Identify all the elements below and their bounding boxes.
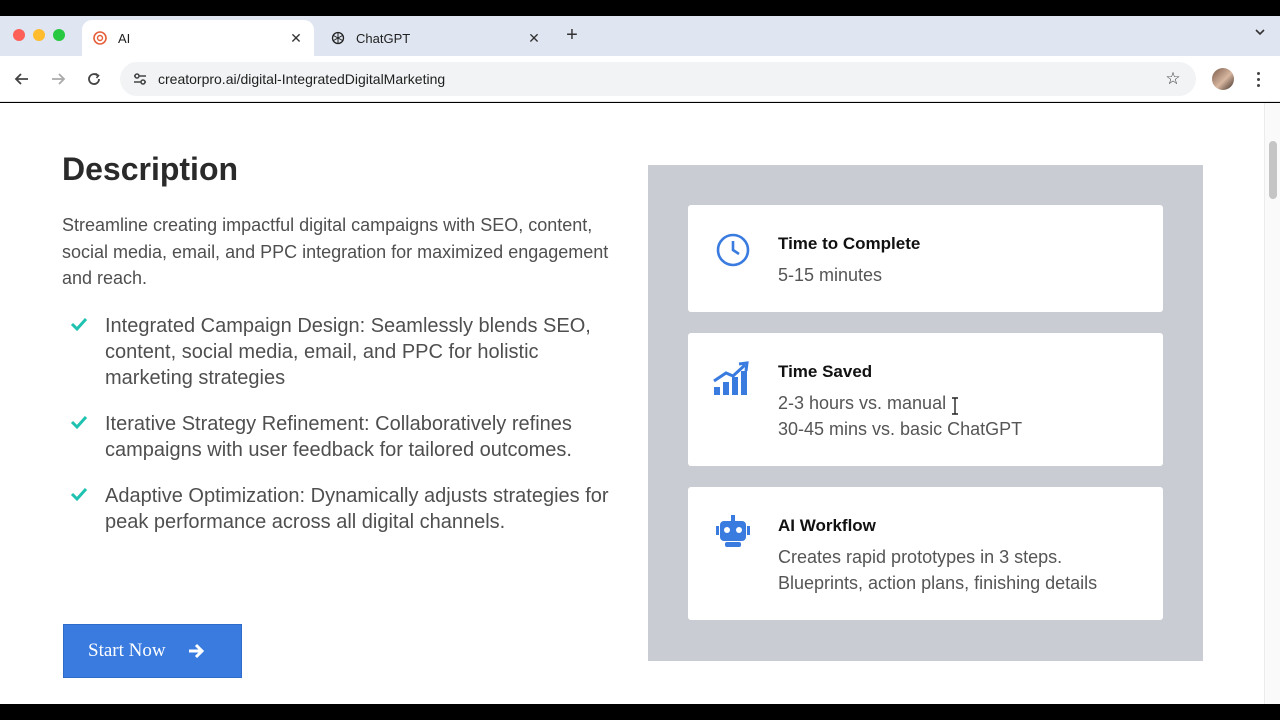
profile-avatar[interactable] [1212,68,1234,90]
url-text[interactable]: creatorpro.ai/digital-IntegratedDigitalM… [158,71,1162,87]
list-item: Integrated Campaign Design: Seamlessly b… [62,313,622,391]
screen-bottom-edge [0,704,1280,720]
browser-toolbar: creatorpro.ai/digital-IntegratedDigitalM… [0,56,1280,102]
address-bar[interactable]: creatorpro.ai/digital-IntegratedDigitalM… [120,62,1196,96]
new-tab-button[interactable]: + [562,25,582,45]
list-item: Iterative Strategy Refinement: Collabora… [62,411,622,463]
stat-value: 5-15 minutes [778,265,883,285]
tab-ai[interactable]: AI ✕ [82,20,314,56]
list-item: Adaptive Optimization: Dynamically adjus… [62,483,622,535]
back-arrow-icon[interactable] [10,67,34,91]
growth-chart-icon [713,361,749,395]
feature-text: Adaptive Optimization: Dynamically adjus… [105,485,609,533]
reload-icon[interactable] [82,67,106,91]
bookmark-star-icon[interactable]: ☆ [1162,68,1184,90]
stat-title: AI Workflow [778,516,876,535]
stat-value: Creates rapid prototypes in 3 steps. [778,547,1063,567]
checkmark-icon [70,415,88,430]
start-now-button[interactable]: Start Now [63,624,242,678]
tab-title: AI [118,30,131,46]
arrow-right-icon [188,643,204,659]
vertical-scrollbar[interactable] [1264,103,1280,704]
stats-panel: Time to Complete 5-15 minutes Time Saved… [648,165,1203,661]
description-intro: Streamline creating impactful digital ca… [62,215,609,288]
stat-title: Time to Complete [778,234,921,253]
stat-value: 30-45 mins vs. basic ChatGPT [778,419,1023,439]
stat-card-ai-workflow: AI Workflow Creates rapid prototypes in … [688,487,1163,620]
stat-card-time-saved: Time Saved 2-3 hours vs. manual 30-45 mi… [688,333,1163,466]
text-cursor-icon [952,397,958,415]
forward-arrow-icon[interactable] [46,67,70,91]
minimize-window-button[interactable] [33,29,45,41]
tab-title: ChatGPT [356,30,411,46]
close-window-button[interactable] [13,29,25,41]
creatorpro-favicon-icon [92,30,108,46]
stat-card-time-to-complete: Time to Complete 5-15 minutes [688,205,1163,312]
chevron-down-icon[interactable] [1252,26,1268,42]
stat-value: 2-3 hours vs. manual [778,393,947,413]
description-heading: Description [62,151,239,187]
browser-menu-icon[interactable] [1250,68,1266,90]
clock-icon [716,233,750,267]
feature-text: Iterative Strategy Refinement: Collabora… [105,413,572,461]
maximize-window-button[interactable] [53,29,65,41]
robot-icon [716,515,750,547]
start-now-label: Start Now [88,640,166,661]
tab-chatgpt[interactable]: ChatGPT ✕ [320,20,552,56]
page-content: Description Streamline creating impactfu… [0,103,1280,704]
scrollbar-thumb[interactable] [1269,141,1277,199]
close-icon[interactable]: ✕ [526,30,542,46]
checkmark-icon [70,487,88,502]
feature-list: Integrated Campaign Design: Seamlessly b… [62,313,622,555]
feature-text: Integrated Campaign Design: Seamlessly b… [105,315,591,389]
screen-top-edge [0,0,1280,16]
tab-strip: AI ✕ ChatGPT ✕ + [0,16,1280,56]
site-settings-icon[interactable] [130,69,150,89]
stat-value: Blueprints, action plans, finishing deta… [778,573,1098,593]
checkmark-icon [70,317,88,332]
openai-favicon-icon [330,30,346,46]
stat-title: Time Saved [778,362,873,381]
close-icon[interactable]: ✕ [288,30,304,46]
